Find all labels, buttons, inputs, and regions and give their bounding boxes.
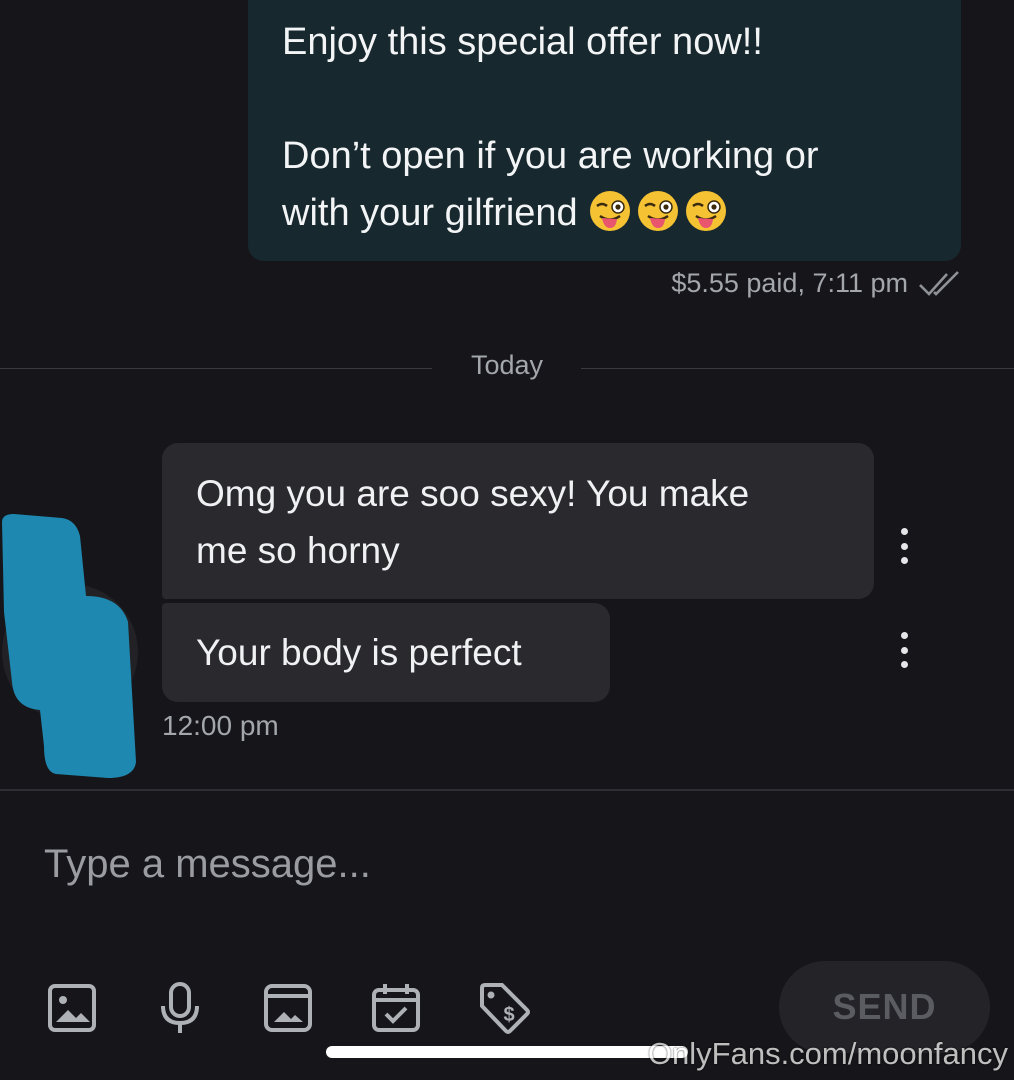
- attach-image-button[interactable]: [44, 980, 100, 1036]
- message-options-button[interactable]: [894, 632, 914, 668]
- outgoing-message-line: with your gilfriend: [282, 185, 927, 242]
- incoming-message-line: Omg you are soo sexy! You make: [196, 473, 750, 514]
- dot: [900, 632, 908, 639]
- set-price-button[interactable]: $: [476, 980, 532, 1036]
- double-check-icon: [919, 270, 959, 296]
- chat-screen: Enjoy this special offer now!! Don’t ope…: [0, 0, 1014, 1080]
- schedule-message-button[interactable]: [368, 980, 424, 1036]
- image-icon: [48, 984, 96, 1032]
- incoming-message-time: 12:00 pm: [162, 710, 279, 741]
- incoming-message-bubble[interactable]: Omg you are soo sexy! You make me so hor…: [162, 443, 874, 599]
- winking-face-with-tongue-icon: [686, 191, 727, 231]
- outgoing-message-meta: $5.55 paid, 7:11 pm: [671, 268, 962, 299]
- message-input[interactable]: [44, 834, 744, 894]
- dot: [900, 542, 908, 550]
- calendar-check-icon: [372, 984, 420, 1032]
- message-options-button[interactable]: [894, 528, 914, 564]
- date-divider-label: Today: [470, 350, 544, 380]
- composer-separator: [0, 789, 1014, 791]
- incoming-message-bubble[interactable]: Your body is perfect: [162, 603, 610, 702]
- dot: [900, 661, 908, 668]
- voice-message-button[interactable]: [152, 980, 208, 1036]
- dot: [900, 646, 908, 654]
- media-vault-button[interactable]: [260, 980, 316, 1036]
- price-tag-icon: $: [480, 983, 530, 1034]
- payment-timestamp: $5.55 paid, 7:11 pm: [671, 268, 908, 298]
- home-indicator[interactable]: [326, 1046, 688, 1058]
- microphone-icon: [161, 982, 199, 1033]
- outgoing-message-bubble[interactable]: Enjoy this special offer now!! Don’t ope…: [248, 0, 961, 261]
- media-vault-icon: [264, 984, 312, 1032]
- winking-face-with-tongue-icon: [638, 191, 679, 231]
- sender-avatar[interactable]: [0, 512, 150, 782]
- outgoing-message-text: with your gilfriend: [282, 192, 578, 234]
- dot: [900, 557, 908, 564]
- incoming-message-line: me so horny: [196, 530, 400, 571]
- dot: [900, 528, 908, 535]
- outgoing-message-blank-line: [282, 71, 927, 128]
- watermark: OnlyFans.com/moonfancy: [647, 1036, 1008, 1071]
- outgoing-message-line: Enjoy this special offer now!!: [282, 21, 763, 63]
- winking-face-with-tongue-icon: [590, 191, 631, 231]
- incoming-message-line: Your body is perfect: [196, 632, 522, 673]
- svg-text:$: $: [503, 1004, 514, 1026]
- outgoing-message-line: Don’t open if you are working or: [282, 135, 819, 177]
